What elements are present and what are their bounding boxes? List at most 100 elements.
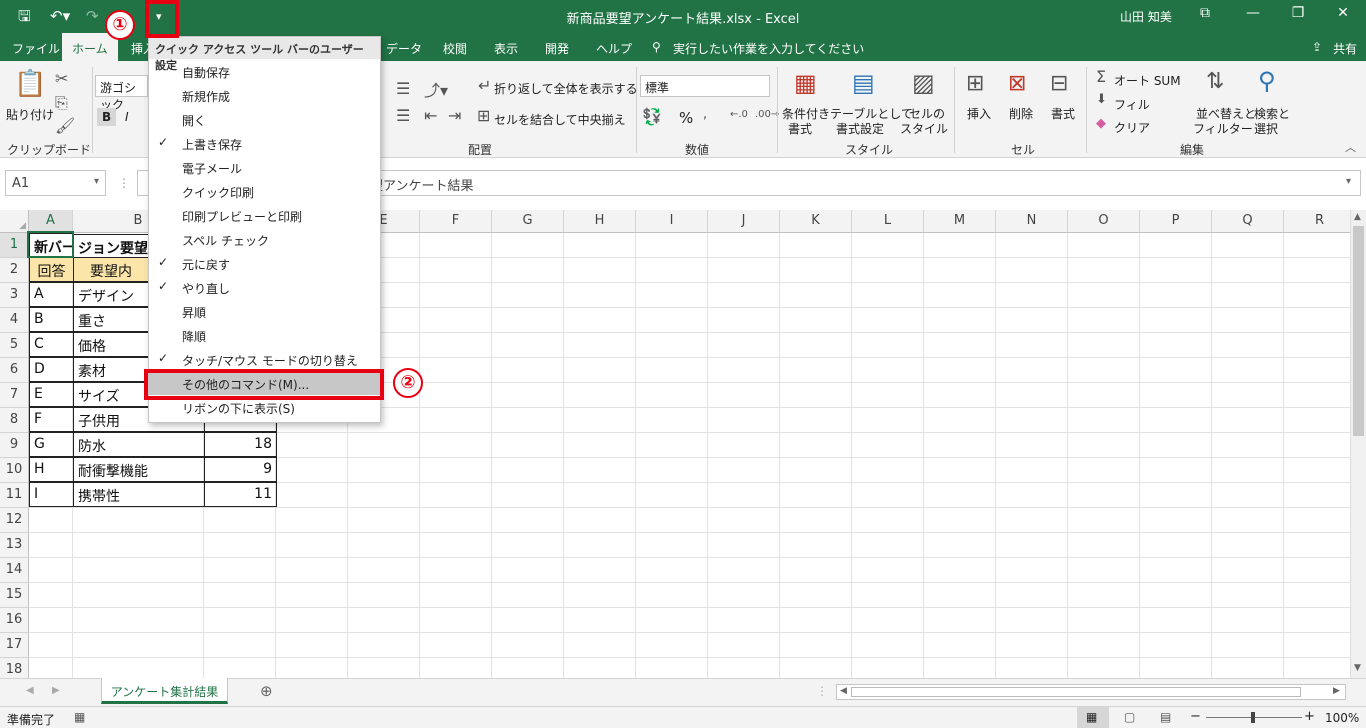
delete-cells-icon[interactable]: ⊠ [1008,71,1026,96]
column-header-o[interactable]: O [1068,210,1140,233]
zoom-in-icon[interactable]: + [1304,709,1315,724]
add-sheet-icon[interactable]: ⊕ [260,682,273,700]
collapse-ribbon-icon[interactable]: ︿ [1345,139,1356,155]
row-header-18[interactable]: 18 [0,658,29,678]
menu-item-0[interactable]: 自動保存 [149,59,380,83]
row-header-6[interactable]: 6 [0,358,29,383]
clear-icon[interactable]: ◆ [1096,116,1106,131]
restore-icon[interactable]: ❐ [1283,5,1313,21]
row-header-2[interactable]: 2 [0,258,29,283]
menu-item-3[interactable]: ✓ 上書き保存 [149,131,380,155]
vertical-scroll-thumb[interactable] [1353,226,1364,436]
cell-b9[interactable]: 防水 [73,432,205,457]
search-icon[interactable]: ⚲ [652,40,661,54]
tab-help[interactable]: ヘルプ [596,40,632,57]
autosum-button[interactable]: オート SUM [1114,72,1181,89]
decrease-decimal-icon[interactable]: .00→ [755,109,779,120]
column-header-n[interactable]: N [996,210,1068,233]
row-header-14[interactable]: 14 [0,558,29,583]
autosum-icon[interactable]: Σ [1096,67,1106,86]
macro-record-icon[interactable]: ▦ [74,710,85,724]
insert-cells-icon[interactable]: ⊞ [966,71,984,96]
menu-item-7[interactable]: スペル チェック [149,227,380,251]
minimize-icon[interactable]: — [1238,5,1268,21]
column-header-h[interactable]: H [564,210,636,233]
increase-decimal-icon[interactable]: ←.0 [730,109,748,120]
align-right-icon[interactable]: ☰ [396,106,410,125]
comma-icon[interactable]: , [703,107,707,122]
menu-item-9[interactable]: ✓ やり直し [149,275,380,299]
menu-item-2[interactable]: 開く [149,107,380,131]
row-header-1[interactable]: 1 [0,233,29,258]
row-header-11[interactable]: 11 [0,483,29,508]
copy-icon[interactable]: ⎘ [55,93,68,113]
align-top-icon[interactable]: ☰ [396,79,410,98]
sort-filter-line2[interactable]: フィルター [1193,120,1253,137]
row-header-15[interactable]: 15 [0,583,29,608]
name-box-chevron-icon[interactable]: ▾ [94,176,99,187]
name-box[interactable]: A1 [5,170,106,196]
indent-decrease-icon[interactable]: ⇤ [424,106,437,125]
zoom-slider-thumb[interactable] [1251,712,1255,723]
cut-icon[interactable]: ✂ [55,69,68,88]
column-header-a[interactable]: A [29,210,73,233]
tab-developer[interactable]: 開発 [545,40,569,57]
format-painter-icon[interactable]: 🖌 [55,116,75,135]
cell-b11[interactable]: 携帯性 [73,482,205,507]
share-icon[interactable]: ⇪ [1312,40,1322,54]
tab-view[interactable]: 表示 [494,40,518,57]
menu-item-1[interactable]: 新規作成 [149,83,380,107]
expand-formula-icon[interactable]: ▾ [1346,176,1351,187]
percent-button[interactable]: % [679,109,693,127]
share-button[interactable]: 共有 [1333,40,1357,57]
cell-a5[interactable]: C [29,332,74,357]
column-header-m[interactable]: M [924,210,996,233]
menu-item-8[interactable]: ✓ 元に戻す [149,251,380,275]
close-icon[interactable]: ✕ [1328,5,1358,21]
find-select-line2[interactable]: 選択 [1254,120,1278,137]
cell-a6[interactable]: D [29,357,74,382]
column-header-p[interactable]: P [1140,210,1212,233]
column-header-r[interactable]: R [1284,210,1350,233]
sort-filter-icon[interactable]: ⇅ [1206,69,1224,94]
fill-icon[interactable]: ⬇ [1096,92,1107,107]
menu-item-12[interactable]: ✓ タッチ/マウス モードの切り替え [149,347,380,371]
number-format-select[interactable]: 標準 [640,75,770,97]
normal-view-button[interactable]: ▦ [1077,707,1109,728]
insert-cells-button[interactable]: 挿入 [967,105,991,122]
merge-center-icon[interactable]: ⊞ [477,106,490,125]
conditional-format-line2[interactable]: 書式 [788,120,812,137]
cell-b10[interactable]: 耐衝撃機能 [73,457,205,482]
cell-c10[interactable]: 9 [204,457,277,482]
tab-split-grip-icon[interactable]: ⋮ [816,684,828,698]
cell-a9[interactable]: G [29,432,74,457]
column-header-g[interactable]: G [492,210,564,233]
format-cells-icon[interactable]: ⊟ [1050,71,1068,96]
currency-icon[interactable]: 💱 [642,107,662,126]
paste-button[interactable]: 貼り付け [6,106,54,123]
menu-item-6[interactable]: 印刷プレビューと印刷 [149,203,380,227]
row-header-9[interactable]: 9 [0,433,29,458]
select-all-corner[interactable]: ◢ [0,210,29,233]
cell-a10[interactable]: H [29,457,74,482]
cell-c9[interactable]: 18 [204,432,277,457]
delete-cells-button[interactable]: 削除 [1009,105,1033,122]
user-name[interactable]: 山田 知美 [1120,8,1172,25]
tell-me-box[interactable]: 実行したい作業を入力してください [673,40,864,57]
zoom-out-icon[interactable]: − [1190,709,1201,724]
cell-a4[interactable]: B [29,307,74,332]
row-header-13[interactable]: 13 [0,533,29,558]
column-header-l[interactable]: L [852,210,924,233]
row-header-4[interactable]: 4 [0,308,29,333]
row-header-5[interactable]: 5 [0,333,29,358]
column-header-f[interactable]: F [420,210,492,233]
cell-a2[interactable]: 回答 [29,257,74,282]
row-header-10[interactable]: 10 [0,458,29,483]
horizontal-scrollbar[interactable]: ◀ ▶ [836,684,1346,700]
merge-center-button[interactable]: セルを結合して中央揃え [494,111,626,128]
menu-item-11[interactable]: 降順 [149,323,380,347]
font-name-select[interactable]: 游ゴシック [95,75,148,112]
cell-a7[interactable]: E [29,382,74,407]
cell-c11[interactable]: 11 [204,482,277,507]
tab-home[interactable]: ホーム [62,33,118,61]
